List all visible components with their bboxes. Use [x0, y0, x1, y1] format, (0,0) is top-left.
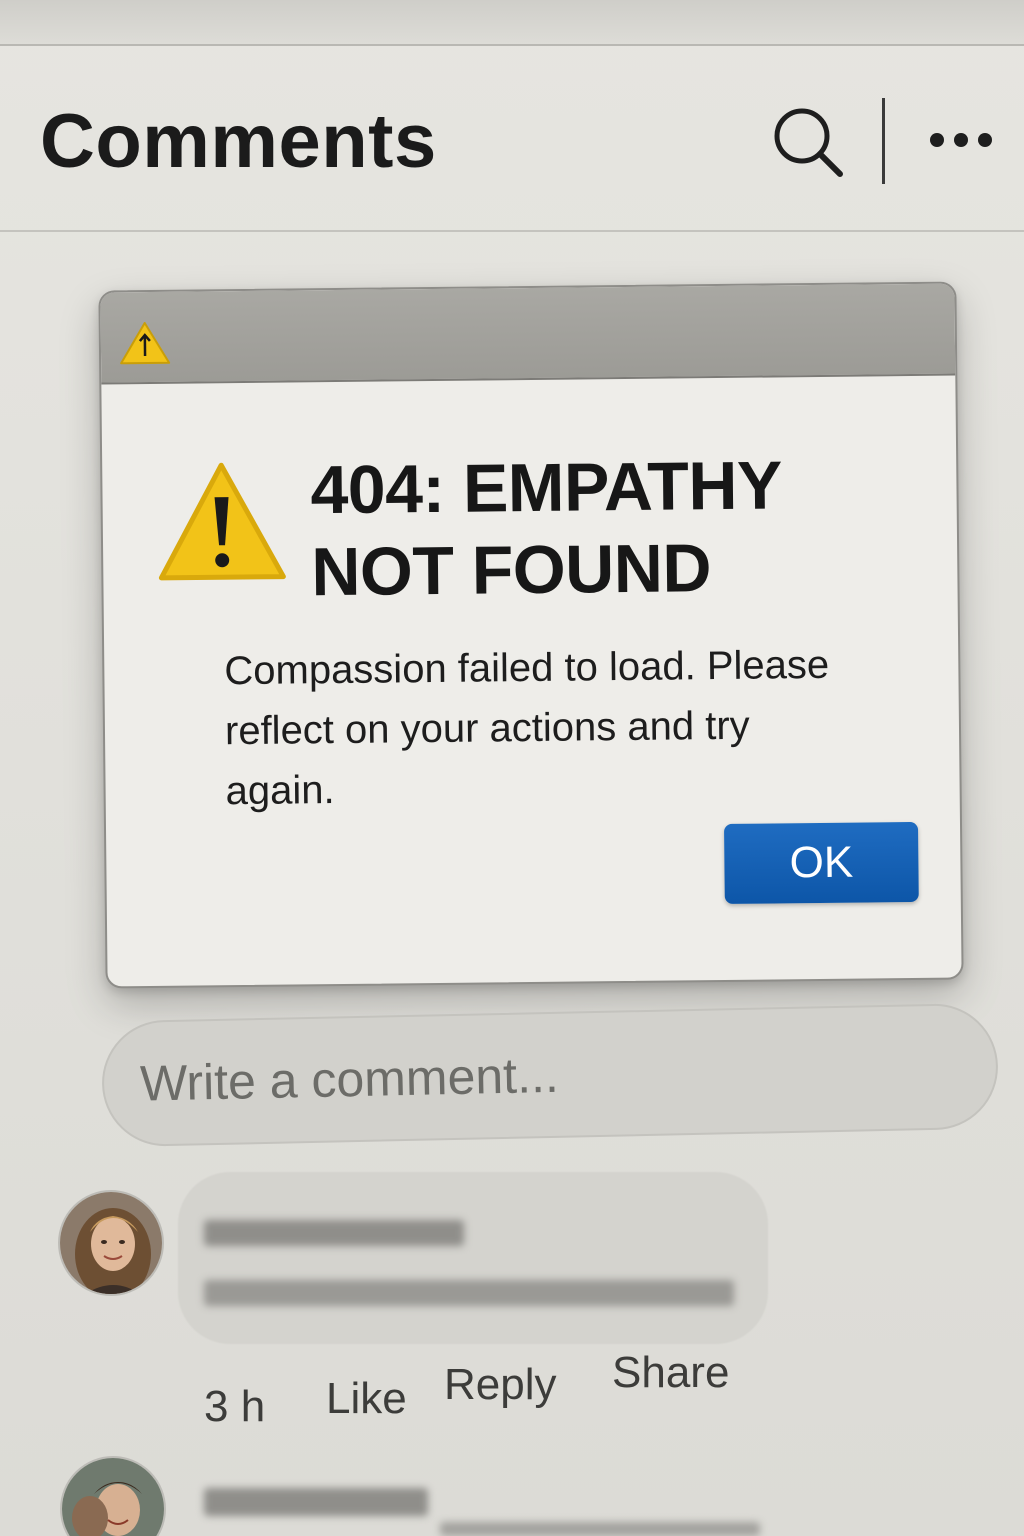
search-icon: [774, 108, 843, 177]
warning-icon: [158, 462, 286, 581]
redacted-author-name: [204, 1220, 464, 1246]
dialog-message: Compassion failed to load. Please reflec…: [224, 642, 830, 814]
reply-button[interactable]: Reply: [444, 1360, 557, 1410]
share-button[interactable]: Share: [612, 1348, 729, 1398]
avatar-image: [62, 1458, 164, 1536]
top-edge: [0, 0, 1024, 46]
page-title: Comments: [40, 99, 437, 184]
like-button[interactable]: Like: [326, 1374, 407, 1424]
redacted-comment-text: [440, 1522, 760, 1536]
ok-button[interactable]: OK: [723, 821, 919, 904]
dialog-titlebar: [100, 283, 956, 385]
more-options-icon: [930, 133, 944, 147]
error-dialog: 404: EMPATHY NOT FOUND Compassion failed…: [98, 281, 964, 989]
avatar[interactable]: [60, 1456, 166, 1536]
redacted-author-name: [204, 1488, 428, 1516]
search-button[interactable]: [770, 104, 846, 180]
header-divider: [882, 98, 885, 184]
avatar-image: [60, 1192, 162, 1294]
avatar[interactable]: [58, 1190, 164, 1296]
more-options-button[interactable]: [930, 122, 1010, 158]
comment-timestamp: 3 h: [204, 1382, 266, 1431]
redacted-comment-text: [204, 1280, 734, 1306]
warning-icon: [120, 322, 171, 365]
comments-screen: Comments 404: EMPATHY NOT FOUND Compassi…: [0, 0, 1024, 1536]
comment-input[interactable]: [100, 1002, 1000, 1148]
dialog-heading: 404: EMPATHY NOT FOUND: [310, 447, 781, 610]
comment-bubble: [178, 1172, 768, 1344]
